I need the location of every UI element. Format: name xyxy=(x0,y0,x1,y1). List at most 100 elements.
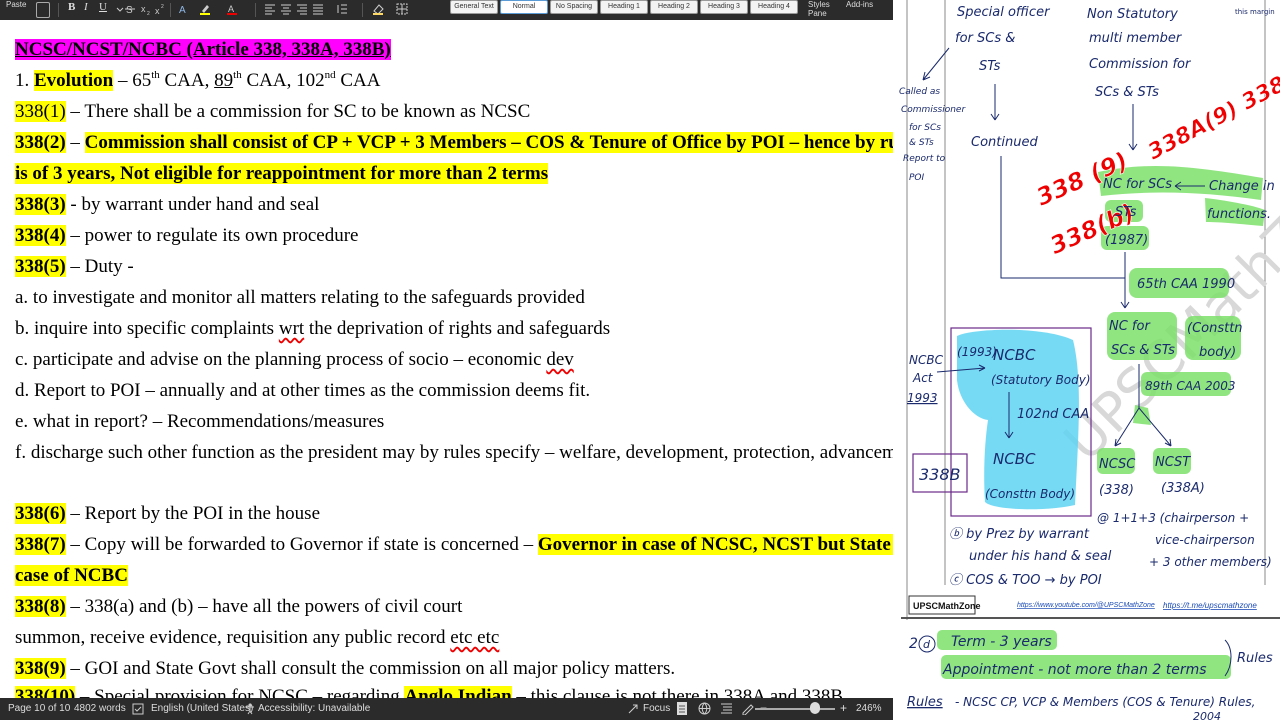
article-text: Commission shall consist of CP + VCP + 3… xyxy=(84,132,893,153)
font-color-icon[interactable]: A xyxy=(226,3,238,15)
evolution-label: Evolution xyxy=(34,70,114,91)
bold-button[interactable]: B xyxy=(68,1,75,13)
focus-button[interactable]: Focus xyxy=(643,703,670,714)
note-text: (Statutory Body) xyxy=(991,373,1091,387)
web-layout-icon[interactable] xyxy=(698,702,711,715)
italic-button[interactable]: I xyxy=(84,1,88,13)
svg-text:A: A xyxy=(179,5,186,15)
note-text: 2 xyxy=(909,636,918,652)
caa-65-text: CAA, xyxy=(164,70,210,91)
styles-pane-button[interactable]: Styles Pane xyxy=(808,0,838,18)
proofing-icon[interactable] xyxy=(132,703,144,715)
highlight-color-icon[interactable] xyxy=(199,3,211,15)
status-bar: Page 10 of 10 4802 words English (United… xyxy=(0,698,893,720)
paste-label[interactable]: Paste xyxy=(6,0,26,9)
zoom-level[interactable]: 246% xyxy=(856,703,882,714)
language-indicator[interactable]: English (United States) xyxy=(151,703,253,714)
style-normal[interactable]: Normal xyxy=(500,0,548,14)
article-key: 338(7) xyxy=(15,534,66,555)
article-text: – There shall be a commission for SC to … xyxy=(65,101,531,122)
duty-item-b: b. inquire into specific complaints wrt … xyxy=(15,317,610,343)
text-effects-icon[interactable]: A xyxy=(178,3,190,15)
document-page[interactable]: NCSC/NCST/NCBC (Article 338, 338A, 338B)… xyxy=(0,20,893,698)
zoom-in-icon[interactable]: + xyxy=(840,701,847,715)
caa-89-number: 89 xyxy=(214,70,234,91)
justify-icon[interactable] xyxy=(312,3,324,15)
note-text: 102nd CAA xyxy=(1017,407,1089,422)
evolution-number: 1. xyxy=(15,70,30,91)
spelling-flag[interactable]: etc etc xyxy=(450,627,499,648)
note-text: (Consttn xyxy=(1187,321,1243,336)
underline-button[interactable]: U xyxy=(99,1,107,13)
red-annotation: 338A(9) 338 xyxy=(1144,72,1280,165)
note-text: @ 1+1+3 (chairperson + xyxy=(1097,511,1249,525)
line-spacing-icon[interactable] xyxy=(336,3,348,15)
note-text: for SCs xyxy=(909,123,941,133)
duty-item-b-text: b. inquire into specific complaints xyxy=(15,318,279,339)
outline-icon[interactable] xyxy=(720,702,733,715)
note-text: Rules xyxy=(907,695,943,710)
note-text: NC for SCs xyxy=(1103,177,1172,192)
style-heading-2[interactable]: Heading 2 xyxy=(650,0,698,14)
telegram-link[interactable]: https://t.me/upscmathzone xyxy=(1163,601,1257,610)
align-right-icon[interactable] xyxy=(296,3,308,15)
page-count[interactable]: Page 10 of 10 xyxy=(8,703,70,714)
draft-icon[interactable] xyxy=(741,702,754,715)
style-general-text[interactable]: General Text xyxy=(450,0,498,14)
note-text: 89th CAA 2003 xyxy=(1145,379,1236,393)
spelling-flag[interactable]: wrt xyxy=(279,318,304,339)
accessibility-icon[interactable] xyxy=(244,703,256,715)
duty-item-e: e. what in report? – Recommendations/mea… xyxy=(15,411,385,432)
duty-item-f: f. discharge such other function as the … xyxy=(15,442,893,463)
brand-logo: UPSCMathZone xyxy=(913,601,981,611)
style-heading-3[interactable]: Heading 3 xyxy=(700,0,748,14)
svg-text:S: S xyxy=(126,5,133,15)
style-heading-4[interactable]: Heading 4 xyxy=(750,0,798,14)
notes-drawing: this margin UPSCMathZone Special officer… xyxy=(899,0,1280,720)
article-highlight: Anglo Indian xyxy=(404,686,512,698)
note-text: 1993 xyxy=(907,391,938,405)
note-text: (338) xyxy=(1099,483,1134,498)
note-text: Rules xyxy=(1237,651,1273,666)
note-text: 65th CAA 1990 xyxy=(1137,277,1235,292)
svg-text:2: 2 xyxy=(161,4,164,10)
addins-button[interactable]: Add-ins xyxy=(846,0,873,9)
note-text: Called as xyxy=(899,87,940,97)
accessibility-status[interactable]: Accessibility: Unavailable xyxy=(258,703,370,714)
zoom-slider-track[interactable] xyxy=(755,708,835,710)
duty-item-c-text: c. participate and advise on the plannin… xyxy=(15,349,547,370)
superscript-icon[interactable]: x2 xyxy=(154,3,166,15)
focus-icon[interactable] xyxy=(627,703,639,715)
shading-icon[interactable] xyxy=(372,3,384,15)
article-text: – this clause is not there in 338A and 3… xyxy=(511,686,844,698)
article-text: – GOI and State Govt shall consult the c… xyxy=(65,658,676,679)
article-key: 338(10) xyxy=(15,686,76,698)
duty-item-d: d. Report to POI – annually and at other… xyxy=(15,380,591,401)
align-left-icon[interactable] xyxy=(264,3,276,15)
note-text: Appointment - not more than 2 terms xyxy=(942,662,1207,678)
article-key: 338(2) xyxy=(15,132,66,153)
caa-102-number: 102 xyxy=(296,70,325,91)
clipboard-icon[interactable] xyxy=(36,2,50,18)
note-text: 338B xyxy=(919,465,961,484)
caa-65-number: 65 xyxy=(132,70,152,91)
borders-icon[interactable] xyxy=(396,3,408,15)
youtube-link[interactable]: https://www.youtube.com/@UPSCMathZone xyxy=(1017,602,1155,609)
style-no-spacing[interactable]: No Spacing xyxy=(550,0,598,14)
zoom-slider-handle[interactable] xyxy=(810,702,820,714)
note-text: ⓑ by Prez by warrant xyxy=(949,527,1090,542)
note-text: (1987) xyxy=(1105,233,1148,248)
note-text: Report to xyxy=(903,154,946,164)
note-text: body) xyxy=(1199,345,1236,360)
svg-text:x: x xyxy=(155,6,160,15)
note-text: multi member xyxy=(1089,31,1183,46)
word-count[interactable]: 4802 words xyxy=(74,703,126,714)
align-center-icon[interactable] xyxy=(280,3,292,15)
spelling-flag[interactable]: dev xyxy=(546,349,573,370)
style-heading-1[interactable]: Heading 1 xyxy=(600,0,648,14)
note-text: NC for xyxy=(1109,319,1151,334)
print-layout-icon[interactable] xyxy=(675,701,689,716)
arrow xyxy=(990,84,1000,121)
subscript-icon[interactable]: x2 xyxy=(140,3,152,15)
strikethrough-icon[interactable]: S xyxy=(124,3,136,15)
